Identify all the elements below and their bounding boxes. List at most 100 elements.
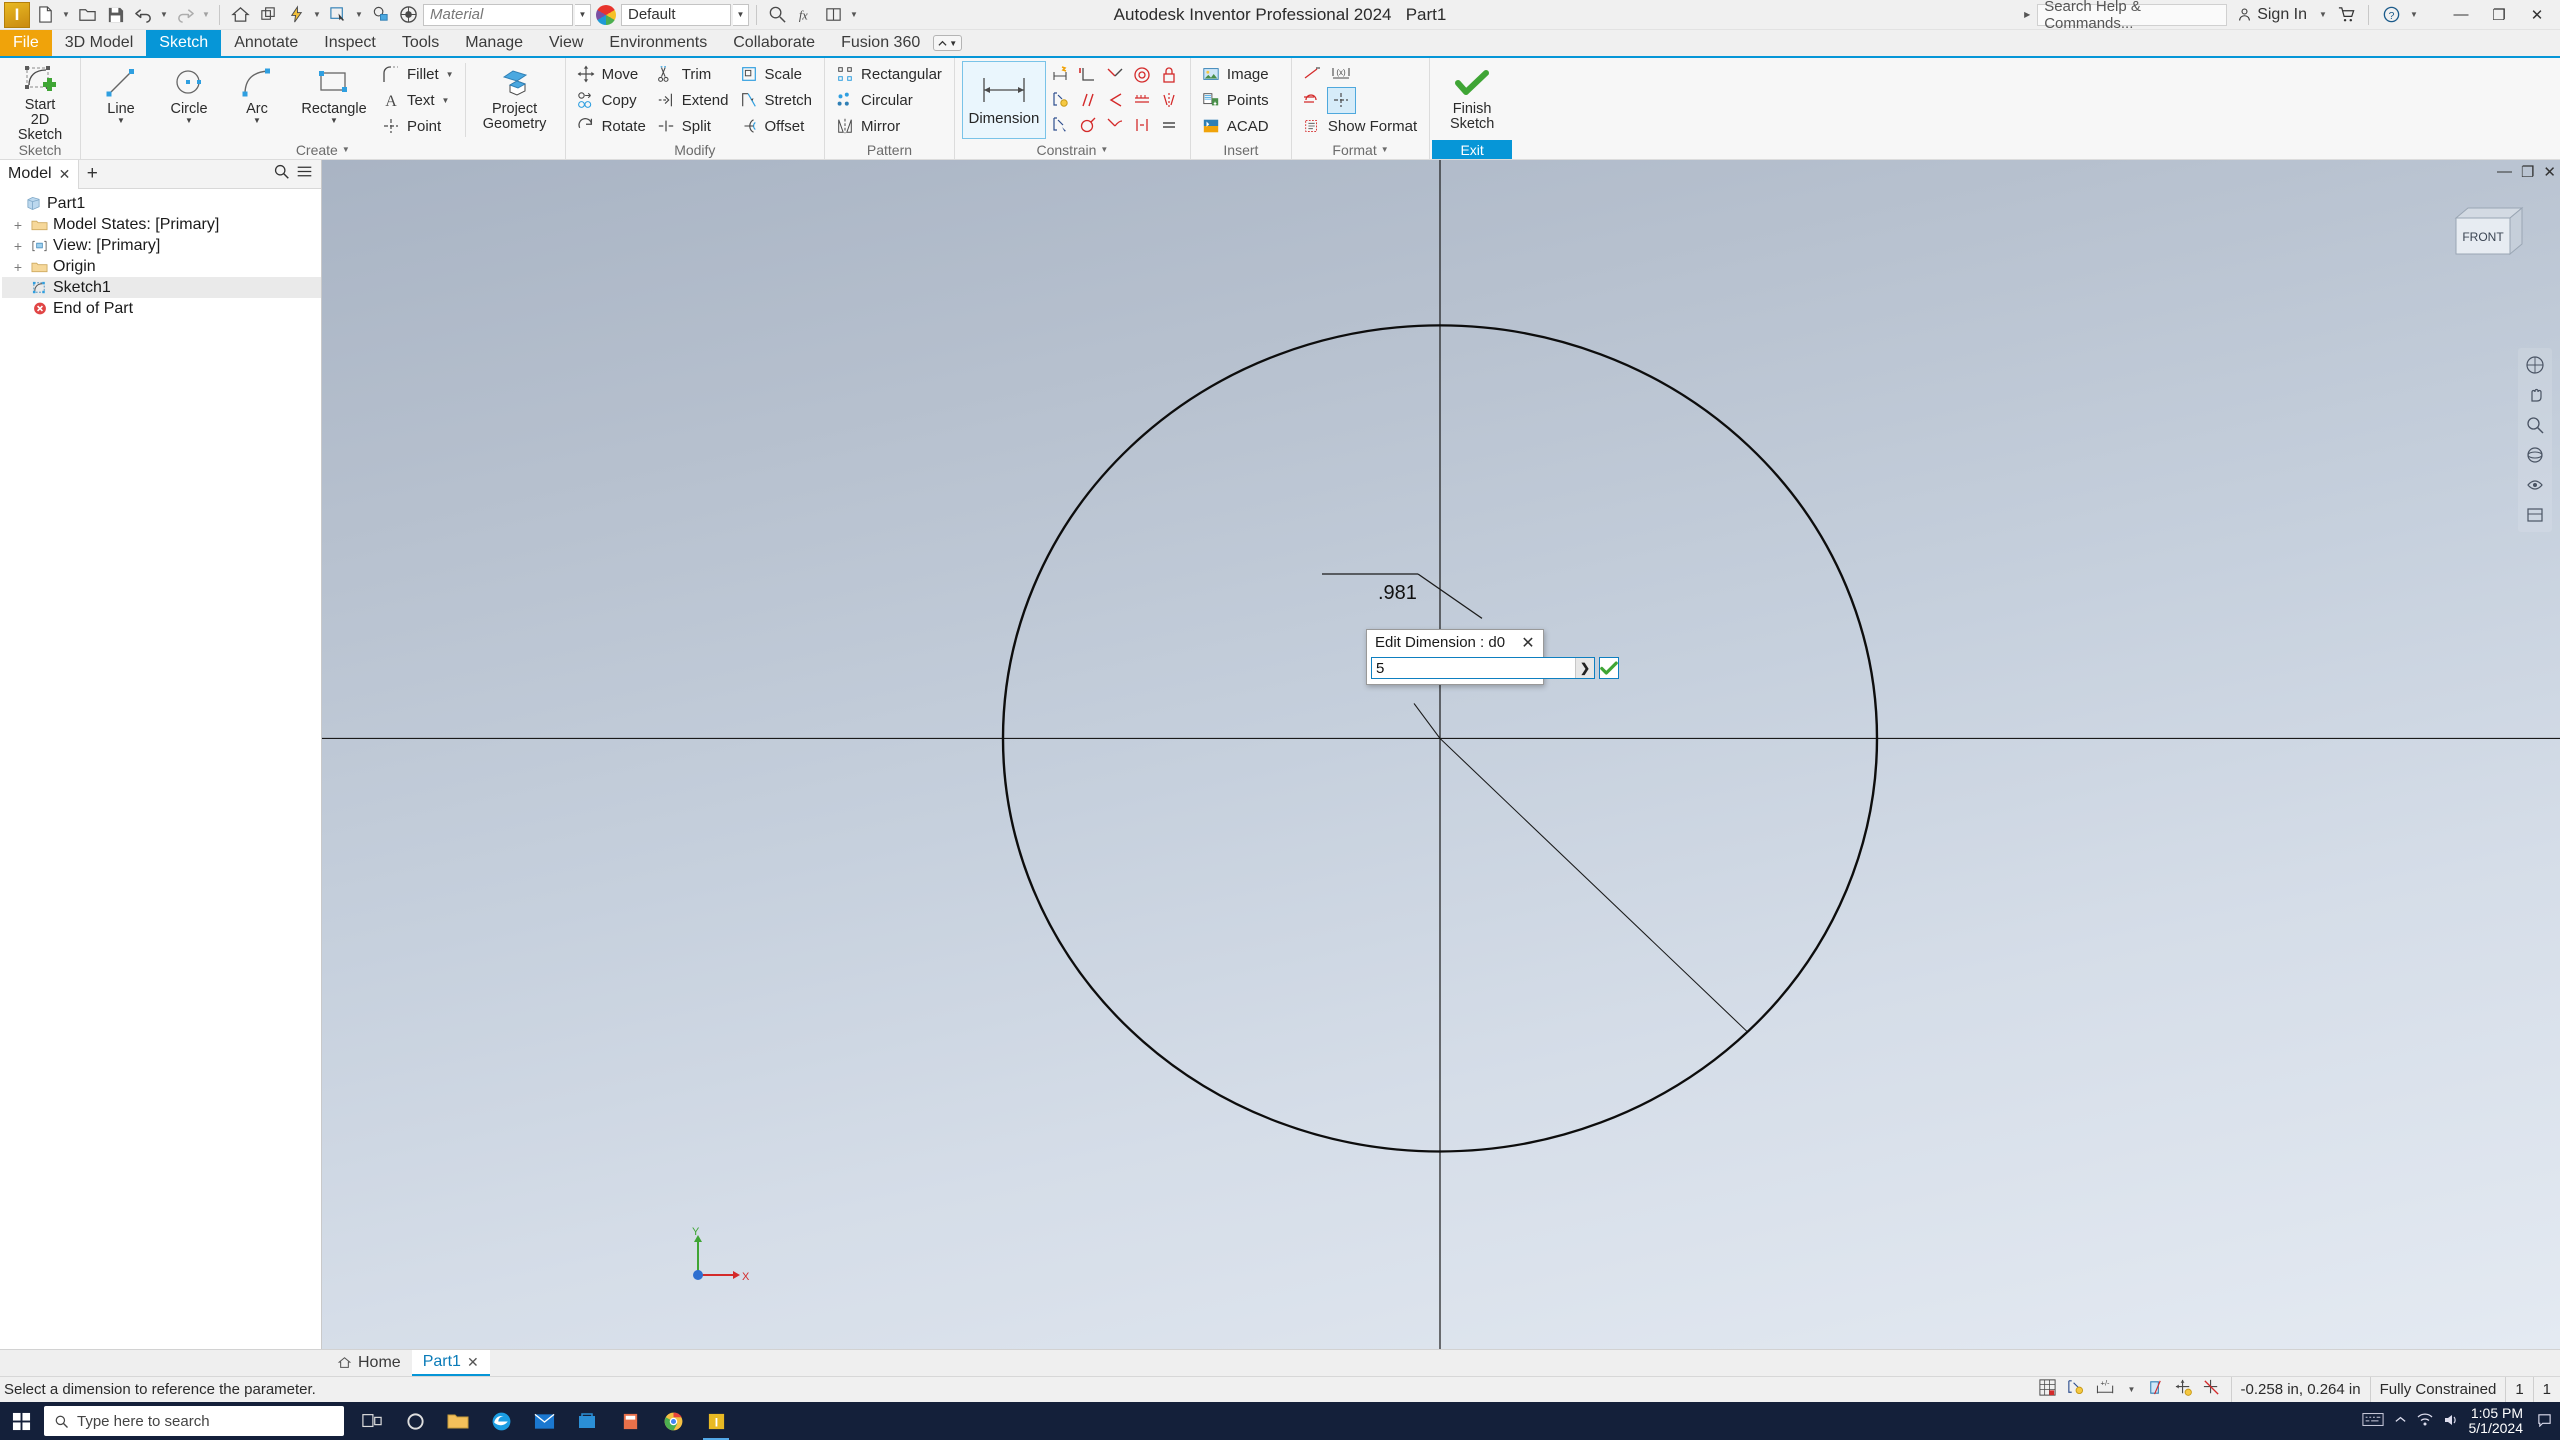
redo-icon[interactable] [172,2,198,28]
fx-icon[interactable]: fx [792,2,818,28]
move-button[interactable]: Move [573,62,651,87]
select-dropdown[interactable]: ▼ [353,2,365,28]
constraint-settings-icon[interactable] [1048,113,1075,138]
search-icon[interactable] [273,163,290,185]
dof-symbol-icon[interactable] [2202,1378,2221,1401]
rectangular-pattern-button[interactable]: Rectangular [832,62,947,87]
tab-sketch[interactable]: Sketch [146,30,222,56]
ribbon-collapse-button[interactable]: ▼ [933,35,963,51]
circle-button[interactable]: Circle ▼ [156,61,222,139]
tab-annotate[interactable]: Annotate [221,30,311,56]
taskview-icon[interactable] [352,1402,392,1440]
home-icon[interactable] [227,2,253,28]
tree-item-view[interactable]: + View: [Primary] [2,235,321,256]
parallel-constraint-icon[interactable] [1075,88,1102,113]
tab-environments[interactable]: Environments [596,30,720,56]
rectangle-dropdown[interactable]: ▼ [330,117,338,125]
extend-button[interactable]: Extend [653,88,734,113]
help-dropdown[interactable]: ▼ [2408,2,2420,28]
close-button[interactable]: ✕ [2520,1,2554,29]
update-icon[interactable] [283,2,309,28]
material-selector[interactable]: Material [423,3,573,26]
tree-expander[interactable]: + [10,259,26,275]
tab-collaborate[interactable]: Collaborate [720,30,828,56]
point-button[interactable]: Point [378,114,459,139]
collinear-constraint-icon[interactable] [1129,88,1156,113]
scale-button[interactable]: Scale [736,62,818,87]
graphics-canvas[interactable]: — ❐ ✕ .981 FRONT X Y Edit Dimension: d0… [322,160,2560,1349]
dimension-value-text[interactable]: .981 [1378,582,1417,605]
calculator-icon[interactable] [610,1402,650,1440]
perpendicular-constraint-icon[interactable] [1075,63,1102,88]
dimension-value-input[interactable] [1372,658,1575,678]
coincident-constraint-icon[interactable] [1102,88,1129,113]
split-button[interactable]: Split [653,114,734,139]
offset-button[interactable]: Offset [736,114,818,139]
horizontal-constraint-icon[interactable] [1129,113,1156,138]
equal-constraint-icon[interactable] [1156,113,1183,138]
chrome-icon[interactable] [653,1402,693,1440]
image-button[interactable]: Image [1198,62,1284,87]
stretch-button[interactable]: Stretch [736,88,818,113]
color-wheel-icon[interactable] [593,2,619,28]
project-geometry-button[interactable]: Project Geometry [472,61,558,139]
hamburger-menu-icon[interactable] [296,163,313,185]
orbit-icon[interactable] [2521,442,2549,468]
panel-create-dropdown-icon[interactable]: ▼ [342,145,350,154]
material-dropdown[interactable]: ▼ [575,3,591,26]
appearance-dropdown[interactable]: ▼ [733,3,749,26]
cart-icon[interactable] [2333,2,2359,28]
tree-item-model-states[interactable]: + Model States: [Primary] [2,214,321,235]
browser-add-tab-button[interactable]: + [79,160,105,189]
update-dropdown[interactable]: ▼ [311,2,323,28]
canvas-restore-icon[interactable]: ❐ [2521,163,2534,181]
notification-icon[interactable] [2537,1412,2552,1430]
volume-icon[interactable] [2443,1413,2459,1430]
doctab-home[interactable]: Home [326,1350,412,1376]
undo-icon[interactable] [130,2,156,28]
layout-dropdown[interactable]: ▼ [848,2,860,28]
help-icon[interactable]: ? [2378,2,2404,28]
mail-icon[interactable] [524,1402,564,1440]
pan-icon[interactable] [2521,382,2549,408]
dialog-close-button[interactable]: ✕ [1517,632,1539,654]
appearance-icon[interactable] [395,2,421,28]
start-2d-sketch-button[interactable]: Start 2D Sketch [7,61,73,143]
show-constraints-icon[interactable] [1048,88,1075,113]
text-dropdown[interactable]: ▼ [442,96,450,105]
circle-dropdown[interactable]: ▼ [185,117,193,125]
help-search-input[interactable]: Search Help & Commands... [2037,0,2228,32]
doctab-part1-close-icon[interactable]: ✕ [467,1354,479,1371]
inventor-taskbar-icon[interactable]: I [696,1402,736,1440]
tab-3d-model[interactable]: 3D Model [52,30,146,56]
dialog-accept-button[interactable] [1599,657,1619,679]
dimension-visibility-icon[interactable]: +/- [2094,1378,2118,1401]
search-expand-icon[interactable]: ▶ [2021,2,2033,28]
redo-dropdown[interactable]: ▼ [200,2,212,28]
dimension-visibility-dropdown[interactable]: ▼ [2127,1377,2137,1403]
acad-button[interactable]: ACAD [1198,114,1284,139]
centerline-icon[interactable] [1299,88,1326,113]
text-button[interactable]: A Text ▼ [378,88,459,113]
windows-start-icon[interactable] [0,1402,42,1440]
driven-dimension-icon[interactable]: (x) [1328,62,1355,87]
select-icon[interactable] [325,2,351,28]
slice-graphics-icon[interactable] [2146,1378,2165,1401]
canvas-minimize-icon[interactable]: — [2497,163,2512,181]
mirror-button[interactable]: Mirror [832,114,947,139]
keyboard-icon[interactable] [2361,1412,2384,1430]
taskbar-clock[interactable]: 1:05 PM 5/1/2024 [2469,1406,2528,1436]
rotate-button[interactable]: Rotate [573,114,651,139]
dimension-options-arrow[interactable]: ❯ [1575,658,1594,678]
points-button[interactable]: Points [1198,88,1284,113]
circular-pattern-button[interactable]: Circular [832,88,947,113]
return-icon[interactable] [255,2,281,28]
undo-dropdown[interactable]: ▼ [158,2,170,28]
arc-button[interactable]: Arc ▼ [224,61,290,139]
panel-constrain-dropdown-icon[interactable]: ▼ [1100,145,1108,154]
full-navigation-wheel-icon[interactable] [2521,352,2549,378]
zoom-icon[interactable] [764,2,790,28]
constraint-visibility-icon[interactable] [2066,1378,2085,1401]
tab-inspect[interactable]: Inspect [311,30,389,56]
tab-manage[interactable]: Manage [452,30,536,56]
